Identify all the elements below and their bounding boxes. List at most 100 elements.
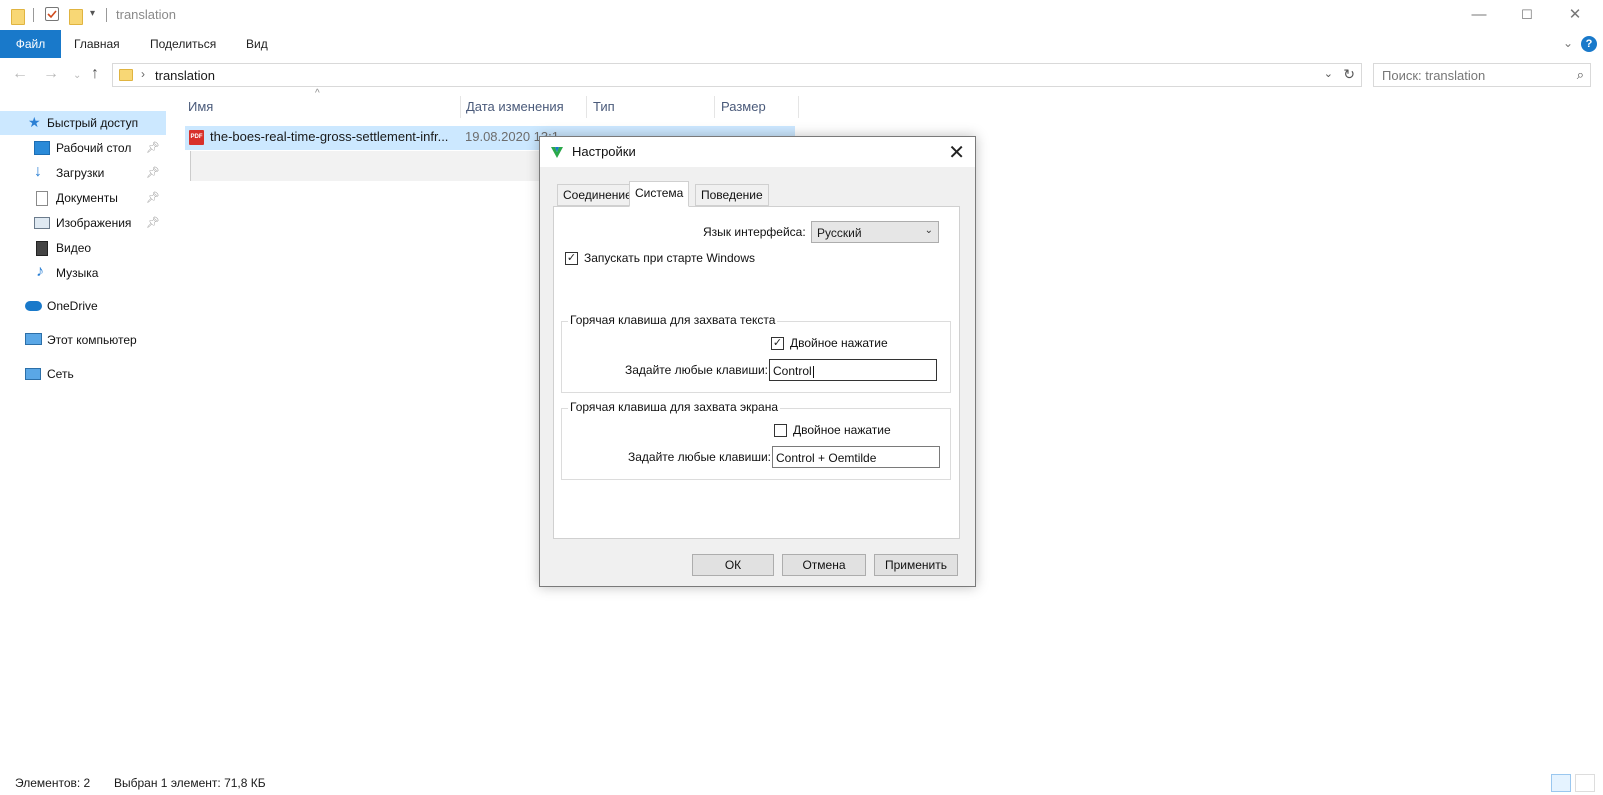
tab-system[interactable]: Система [629,181,690,207]
text-hotkey-value: Control [773,364,814,378]
screen-hotkey-field[interactable]: Control + Oemtilde [772,446,940,468]
large-icons-view-icon[interactable] [1575,774,1595,792]
language-select[interactable]: Русский ⌄ [811,221,939,243]
text-double-press-label: Двойное нажатие [790,336,888,350]
title-bar: ▾ translation — ☐ ✕ [0,0,1603,30]
document-icon [36,191,48,206]
text-keys-label: Задайте любые клавиши: [625,363,768,377]
ok-button[interactable]: ОК [692,554,774,576]
pin-icon[interactable]: 📌︎ [146,186,160,210]
column-header-size[interactable]: Размер [721,95,766,119]
text-hotkey-group [561,321,951,393]
close-button[interactable]: ✕ [1552,0,1598,30]
breadcrumb-chevron-icon[interactable]: › [141,67,145,81]
search-input[interactable]: Поиск: translation ⌕ [1373,63,1591,87]
column-header-type[interactable]: Тип [593,95,615,119]
breadcrumb[interactable]: translation [155,68,215,83]
sidebar-item-pictures[interactable]: Изображения 📌︎ [0,211,166,235]
system-tab-panel: Язык интерфейса: Русский ⌄ ✓ Запускать п… [553,206,960,539]
search-icon[interactable]: ⌕ [1577,67,1584,83]
sort-ascending-icon: ^ [315,88,320,99]
sidebar-item-documents[interactable]: Документы 📌︎ [0,186,166,210]
apply-button[interactable]: Применить [874,554,958,576]
maximize-button[interactable]: ☐ [1504,0,1550,30]
pin-icon[interactable]: 📌︎ [146,136,160,160]
sidebar-item-label: OneDrive [47,299,98,313]
language-label: Язык интерфейса: [703,225,806,239]
video-icon [36,241,48,256]
cancel-button[interactable]: Отмена [782,554,866,576]
text-double-press-checkbox[interactable]: ✓ [771,337,784,350]
screen-hotkey-group-label: Горячая клавиша для захвата экрана [568,400,780,414]
column-divider[interactable] [714,96,715,118]
dialog-title-bar[interactable]: Настройки ✕ [540,137,975,167]
sidebar-item-label: Видео [56,241,92,255]
column-divider[interactable] [798,96,799,118]
sidebar-item-network[interactable]: Сеть [0,362,166,386]
screen-hotkey-group [561,408,951,480]
sidebar-item-label: Изображения [56,216,132,230]
text-hotkey-group-label: Горячая клавиша для захвата текста [568,313,778,327]
text-caret [812,365,814,378]
sidebar-item-label: Загрузки [56,166,105,180]
sidebar-item-quick-access[interactable]: ★ Быстрый доступ [0,111,166,135]
sidebar-item-label: Музыка [56,266,99,280]
sidebar-item-label: Этот компьютер [47,333,137,347]
app-logo-icon [551,147,563,158]
language-value: Русский [817,226,862,240]
address-dropdown-icon[interactable]: ⌄ [1324,67,1333,80]
refresh-icon[interactable]: ↻ [1343,66,1355,83]
autostart-checkbox[interactable]: ✓ [565,252,578,265]
properties-icon[interactable] [45,7,59,21]
pin-icon[interactable]: 📌︎ [146,161,160,185]
star-icon: ★ [28,114,41,130]
navigation-pane: ★ Быстрый доступ Рабочий стол 📌︎ ↓ Загру… [0,108,170,408]
pictures-icon [34,217,50,229]
tab-behavior[interactable]: Поведение [695,184,769,206]
column-divider[interactable] [586,96,587,118]
column-header-date[interactable]: Дата изменения [466,95,564,119]
sidebar-item-label: Сеть [47,367,74,381]
folder-icon [11,9,25,25]
new-folder-icon[interactable] [69,9,83,25]
screen-double-press-checkbox[interactable] [774,424,787,437]
text-hotkey-field[interactable]: Control [769,359,937,381]
details-view-icon[interactable] [1551,774,1571,792]
customize-toolbar-icon[interactable]: ▾ [90,8,95,24]
tab-home[interactable]: Главная [62,30,132,58]
minimize-button[interactable]: — [1456,0,1502,30]
download-icon: ↓ [34,163,42,180]
forward-arrow-icon[interactable]: → [43,65,59,83]
sidebar-item-this-pc[interactable]: Этот компьютер [0,328,166,352]
pdf-icon: PDF [189,130,204,145]
sidebar-item-videos[interactable]: Видео [0,236,166,260]
tab-share[interactable]: Поделиться [138,30,228,58]
tab-view[interactable]: Вид [234,30,280,58]
sidebar-item-label: Быстрый доступ [47,116,139,130]
address-bar[interactable]: › translation ⌄ ↻ [112,63,1362,87]
window-title: translation [116,7,176,22]
chevron-down-icon: ⌄ [924,225,933,236]
expand-ribbon-icon[interactable]: ⌄ [1563,36,1573,50]
help-icon[interactable]: ? [1581,36,1597,52]
sidebar-item-label: Рабочий стол [56,141,132,155]
sidebar-item-desktop[interactable]: Рабочий стол 📌︎ [0,136,166,160]
desktop-icon [34,141,50,155]
sidebar-item-onedrive[interactable]: OneDrive [0,294,166,318]
back-arrow-icon[interactable]: ← [12,65,28,83]
file-name: the-boes-real-time-gross-settlement-infr… [210,129,449,144]
sidebar-item-downloads[interactable]: ↓ Загрузки 📌︎ [0,161,166,185]
settings-dialog: Настройки ✕ Соединение Система Поведение… [539,136,976,587]
column-divider[interactable] [460,96,461,118]
dialog-close-icon[interactable]: ✕ [948,140,965,165]
tab-connection[interactable]: Соединение [557,184,638,206]
recent-locations-icon[interactable]: ⌄ [73,70,81,81]
divider [106,8,107,22]
up-arrow-icon[interactable]: ↑ [91,65,99,83]
column-header-name[interactable]: Имя [188,95,213,119]
sidebar-item-music[interactable]: ♪ Музыка [0,261,166,285]
status-bar: Элементов: 2 Выбран 1 элемент: 71,8 КБ [0,772,1603,795]
pin-icon[interactable]: 📌︎ [146,211,160,235]
folder-icon [119,69,133,81]
tab-file[interactable]: Файл [0,30,61,58]
